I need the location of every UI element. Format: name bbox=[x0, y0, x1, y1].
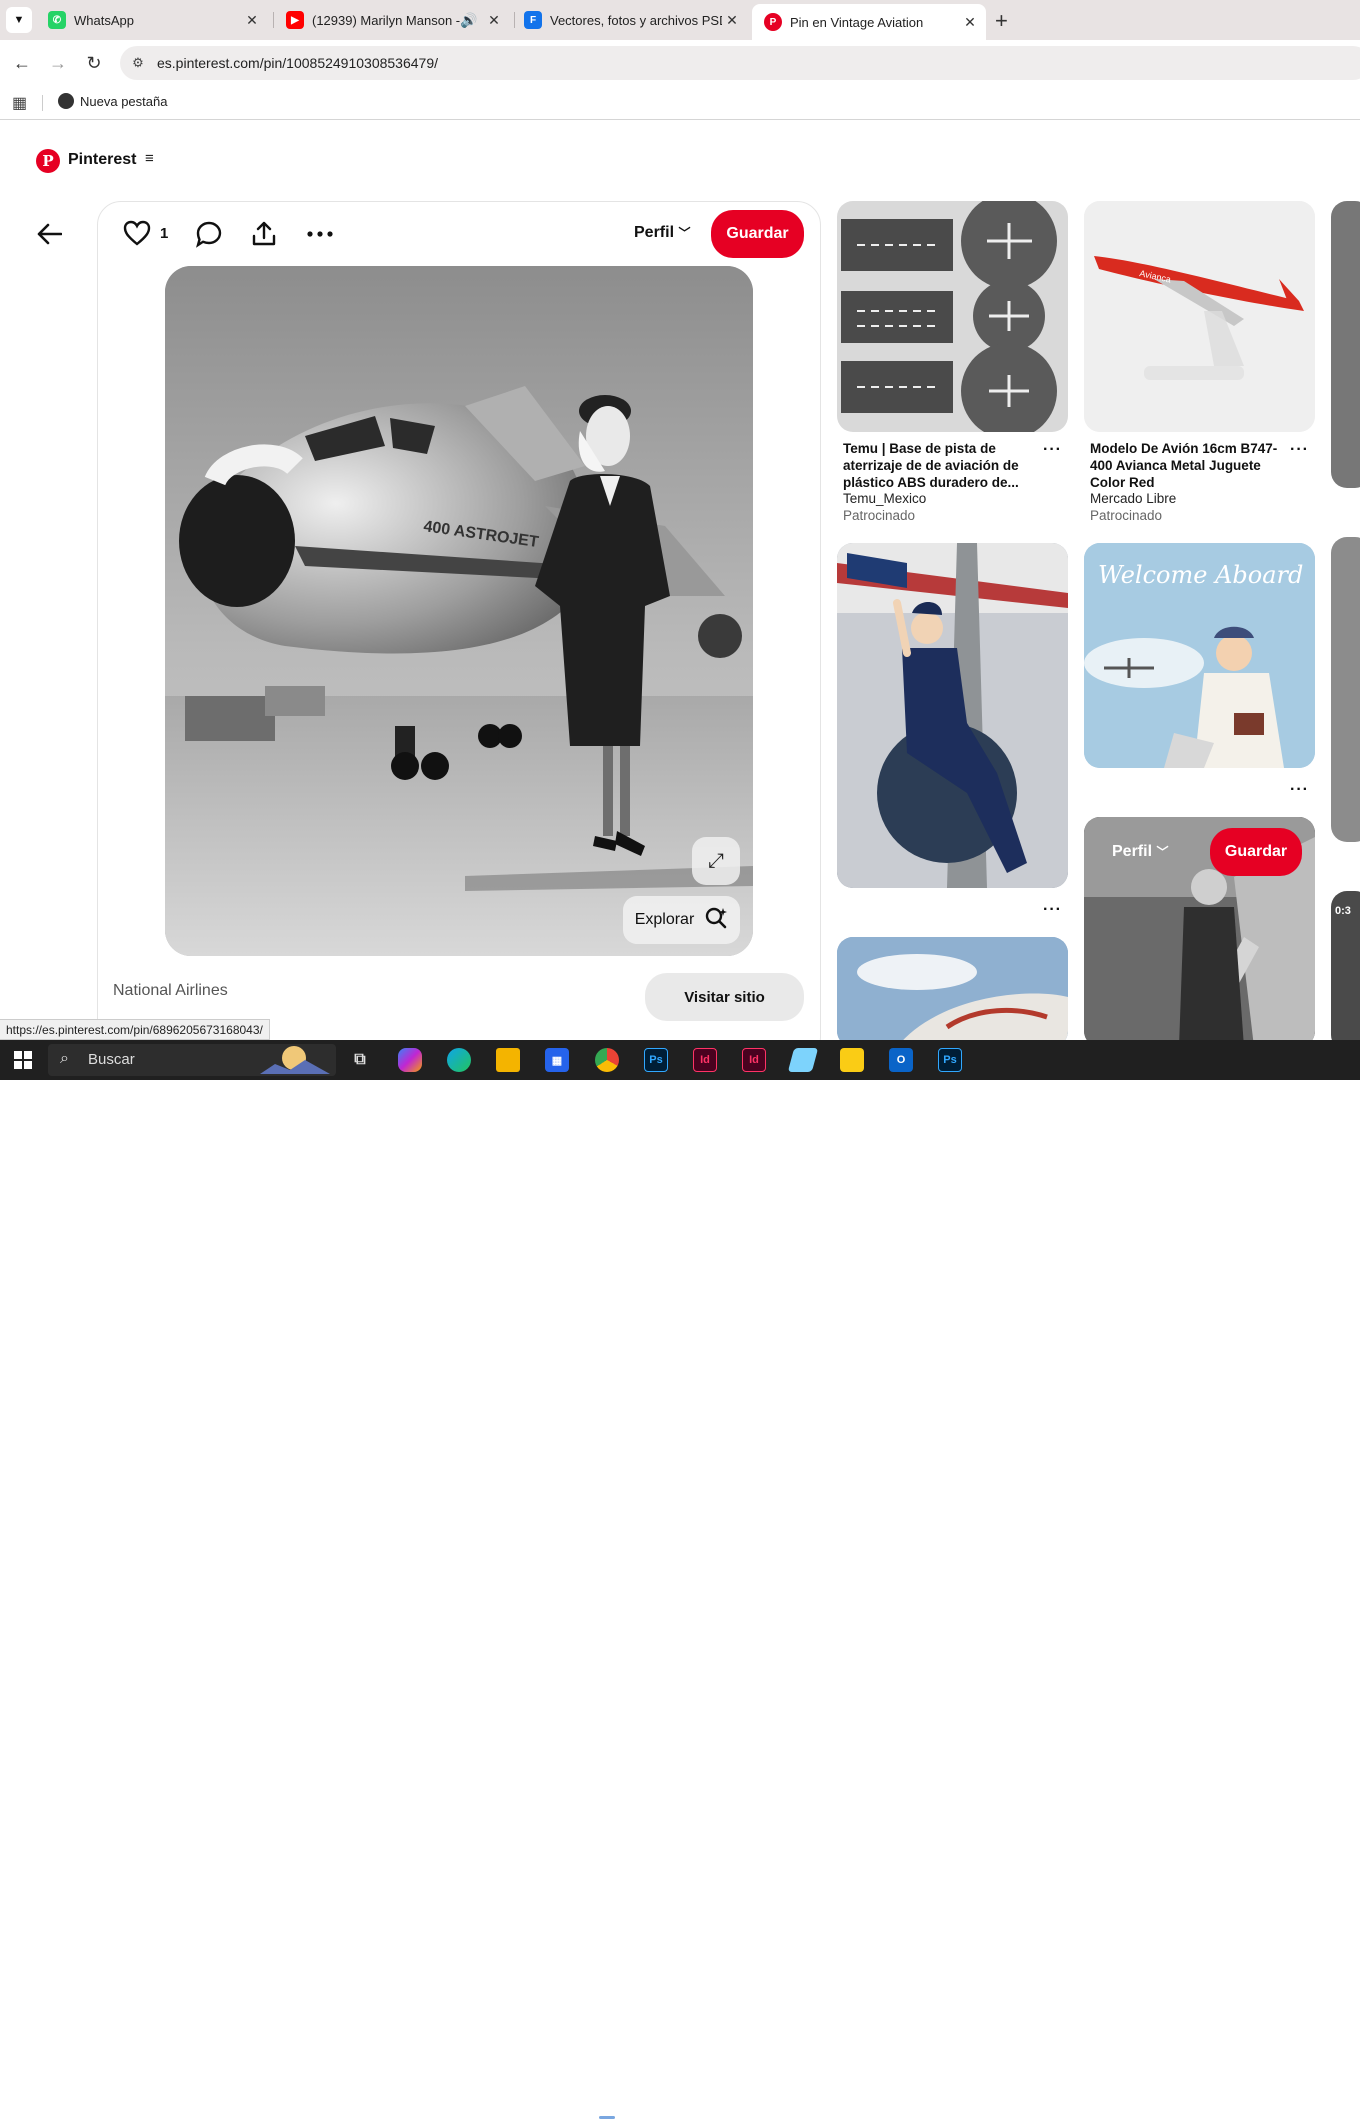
pin-tile-video[interactable]: 0:3 bbox=[1331, 891, 1360, 1051]
pinterest-icon: P bbox=[764, 13, 782, 31]
close-icon[interactable]: ✕ bbox=[484, 12, 504, 29]
chevron-down-icon: ﹀ bbox=[678, 226, 691, 240]
bookmark-new-tab[interactable]: Nueva pestaña bbox=[58, 93, 167, 109]
apps-grid-icon[interactable]: ▦ bbox=[12, 93, 27, 113]
profile-label: Perfil bbox=[634, 224, 675, 241]
explore-label: Explorar bbox=[634, 911, 695, 928]
photoshop-icon[interactable]: Ps bbox=[644, 1048, 668, 1072]
more-icon[interactable]: ··· bbox=[1290, 781, 1309, 799]
tile-profile-dropdown[interactable]: Perfil ﹀ bbox=[1112, 843, 1168, 861]
search-placeholder: Buscar bbox=[88, 1051, 135, 1068]
url-text[interactable]: es.pinterest.com/pin/1008524910308536479… bbox=[157, 55, 438, 71]
source-name[interactable]: National Airlines bbox=[113, 982, 228, 1000]
youtube-icon: ▶ bbox=[286, 11, 304, 29]
photoshop-icon[interactable]: Ps bbox=[938, 1048, 962, 1072]
visual-search-icon bbox=[704, 906, 728, 935]
pin-image[interactable]: 400 ASTROJET bbox=[165, 266, 753, 956]
tab-strip: ▼ ✆ WhatsApp ✕ ▶ (12939) Marilyn Manson … bbox=[0, 0, 1360, 40]
tab-title: WhatsApp bbox=[74, 12, 134, 28]
svg-text:Welcome Aboard: Welcome Aboard bbox=[1098, 561, 1303, 589]
profile-label: Perfil bbox=[1112, 843, 1153, 860]
browser-toolbar: ← → ↻ ⚙ es.pinterest.com/pin/10085249103… bbox=[0, 40, 1360, 86]
windows-start-icon[interactable] bbox=[14, 1051, 32, 1069]
tab-title: (12939) Marilyn Manson - T bbox=[312, 12, 460, 28]
pin-tile-avianca-model[interactable]: Avianca bbox=[1084, 201, 1315, 432]
close-icon[interactable]: ✕ bbox=[242, 12, 262, 29]
app-icon[interactable] bbox=[787, 1048, 819, 1072]
pin-tile-delta-stewardess[interactable] bbox=[837, 543, 1068, 888]
file-explorer-icon[interactable] bbox=[496, 1048, 520, 1072]
tab-youtube[interactable]: ▶ (12939) Marilyn Manson - T 🔊 ✕ bbox=[274, 4, 510, 36]
pin-tile-partial[interactable] bbox=[1331, 537, 1360, 842]
pin-tile-partial[interactable] bbox=[1331, 201, 1360, 488]
tile-save-button[interactable]: Guardar bbox=[1210, 828, 1302, 876]
chevron-down-icon: ﹀ bbox=[1156, 845, 1169, 859]
edge-icon[interactable] bbox=[447, 1048, 471, 1072]
sponsored-label: Patrocinado bbox=[843, 508, 916, 523]
indesign-icon[interactable]: Id bbox=[693, 1048, 717, 1072]
address-bar[interactable]: ⚙ es.pinterest.com/pin/10085249103085364… bbox=[120, 46, 1360, 80]
tile-advertiser[interactable]: Mercado Libre bbox=[1090, 491, 1176, 506]
back-arrow-icon[interactable] bbox=[36, 220, 63, 252]
copilot-icon[interactable] bbox=[398, 1048, 422, 1072]
tile-advertiser[interactable]: Temu_Mexico bbox=[843, 491, 926, 506]
tab-search-button[interactable]: ▼ bbox=[6, 7, 32, 33]
tab-pinterest[interactable]: P Pin en Vintage Aviation ✕ bbox=[752, 4, 986, 40]
bookmarks-bar: ▦ Nueva pestaña bbox=[0, 86, 1360, 120]
tab-title: Vectores, fotos y archivos PSD g bbox=[550, 12, 722, 28]
brand-name[interactable]: Pinterest bbox=[68, 151, 136, 169]
tile-title[interactable]: Modelo De Avión 16cm B747-400 Avianca Me… bbox=[1090, 440, 1282, 491]
whatsapp-icon: ✆ bbox=[48, 11, 66, 29]
forward-icon[interactable]: → bbox=[45, 50, 71, 76]
microsoft-store-icon[interactable]: ▦ bbox=[545, 1048, 569, 1072]
bookmark-label: Nueva pestaña bbox=[80, 93, 168, 109]
search-icon: ⌕ bbox=[60, 1050, 69, 1067]
new-tab-button[interactable]: + bbox=[995, 8, 1008, 34]
task-view-icon[interactable]: ⧉ bbox=[348, 1048, 372, 1072]
pinterest-logo-icon[interactable]: P bbox=[36, 149, 60, 173]
indesign-icon[interactable]: Id bbox=[742, 1048, 766, 1072]
reload-icon[interactable]: ↻ bbox=[81, 50, 107, 76]
status-bar-url: https://es.pinterest.com/pin/68962056731… bbox=[0, 1019, 270, 1040]
tab-freepik[interactable]: F Vectores, fotos y archivos PSD g ✕ bbox=[512, 4, 748, 36]
more-icon[interactable]: ··· bbox=[1043, 901, 1062, 919]
tab-whatsapp[interactable]: ✆ WhatsApp ✕ bbox=[36, 4, 268, 36]
comment-icon[interactable] bbox=[195, 220, 223, 254]
back-icon[interactable]: ← bbox=[9, 50, 35, 76]
menu-icon[interactable]: ≡ bbox=[145, 150, 154, 167]
save-button[interactable]: Guardar bbox=[711, 210, 804, 258]
speaker-icon[interactable]: 🔊 bbox=[460, 12, 478, 29]
globe-icon bbox=[58, 93, 74, 109]
pin-tile-welcome-aboard[interactable]: Welcome Aboard bbox=[1084, 543, 1315, 768]
search-highlight-image bbox=[260, 1046, 330, 1074]
freepik-icon: F bbox=[524, 11, 542, 29]
like-count: 1 bbox=[160, 225, 169, 242]
outlook-icon[interactable]: O bbox=[889, 1048, 913, 1072]
explore-button[interactable]: Explorar bbox=[623, 896, 740, 944]
pin-tile-airplane[interactable] bbox=[837, 937, 1068, 1047]
sponsored-label: Patrocinado bbox=[1090, 508, 1163, 523]
video-duration: 0:3 bbox=[1335, 905, 1351, 917]
profile-dropdown[interactable]: Perfil ﹀ bbox=[634, 224, 690, 242]
pin-tile-runway[interactable] bbox=[837, 201, 1068, 432]
windows-taskbar: ⌕ Buscar ⧉ ▦ Ps Id Id O Ps bbox=[0, 1040, 1360, 2119]
site-info-icon[interactable]: ⚙ bbox=[128, 53, 148, 73]
sticky-notes-icon[interactable] bbox=[840, 1048, 864, 1072]
close-icon[interactable]: ✕ bbox=[722, 12, 742, 29]
more-icon[interactable] bbox=[306, 220, 334, 254]
bookmark-divider bbox=[42, 95, 43, 111]
chrome-icon[interactable] bbox=[595, 1048, 619, 1072]
more-icon[interactable]: ··· bbox=[1043, 441, 1062, 459]
taskbar-search[interactable]: ⌕ Buscar bbox=[48, 1044, 336, 1076]
expand-icon[interactable]: ⤢ bbox=[692, 837, 740, 885]
tab-title: Pin en Vintage Aviation bbox=[790, 14, 924, 30]
share-icon[interactable] bbox=[250, 220, 278, 254]
heart-icon[interactable] bbox=[123, 220, 151, 252]
tile-title[interactable]: Temu | Base de pista de aterrizaje de de… bbox=[843, 440, 1033, 491]
visit-site-button[interactable]: Visitar sitio bbox=[645, 973, 804, 1021]
more-icon[interactable]: ··· bbox=[1290, 441, 1309, 459]
close-icon[interactable]: ✕ bbox=[960, 14, 980, 31]
